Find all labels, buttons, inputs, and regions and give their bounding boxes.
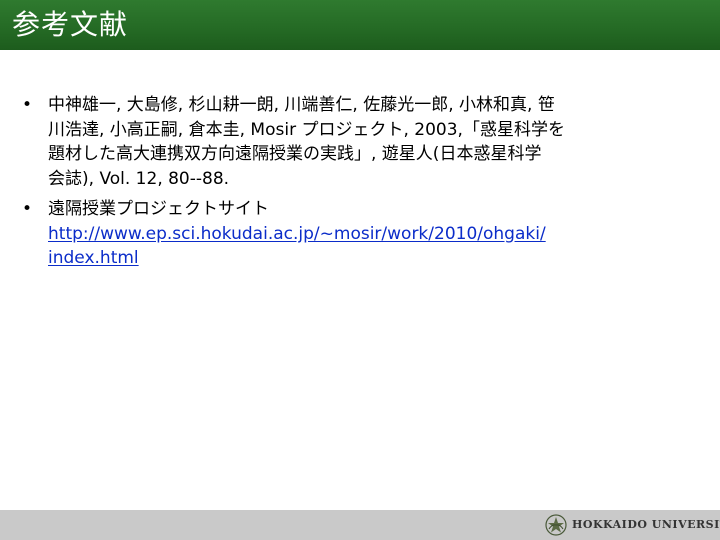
- reference-item: • 中神雄一, 大島修, 杉山耕一朗, 川端善仁, 佐藤光一郎, 小林和真, 笹…: [20, 93, 700, 191]
- reference-list: • 中神雄一, 大島修, 杉山耕一朗, 川端善仁, 佐藤光一郎, 小林和真, 笹…: [20, 93, 700, 277]
- bullet-icon: •: [22, 95, 33, 115]
- slide-title: 参考文献: [12, 8, 129, 41]
- title-bar: 参考文献: [0, 0, 720, 50]
- bullet-icon: •: [22, 199, 33, 219]
- link-line-1[interactable]: http://www.ep.sci.hokudai.ac.jp/~mosir/w…: [48, 224, 546, 244]
- reference-item: • 遠隔授業プロジェクトサイト http://www.ep.sci.hokuda…: [20, 197, 700, 271]
- reference-text: 遠隔授業プロジェクトサイト: [48, 199, 269, 219]
- link-line-2[interactable]: index.html: [48, 248, 139, 268]
- institution-name: HOKKAIDO UNIVERSITY: [572, 518, 720, 531]
- university-emblem-icon: [545, 514, 567, 536]
- reference-text: 中神雄一, 大島修, 杉山耕一朗, 川端善仁, 佐藤光一郎, 小林和真, 笹 川…: [48, 95, 565, 189]
- project-site-link[interactable]: http://www.ep.sci.hokudai.ac.jp/~mosir/w…: [48, 222, 700, 271]
